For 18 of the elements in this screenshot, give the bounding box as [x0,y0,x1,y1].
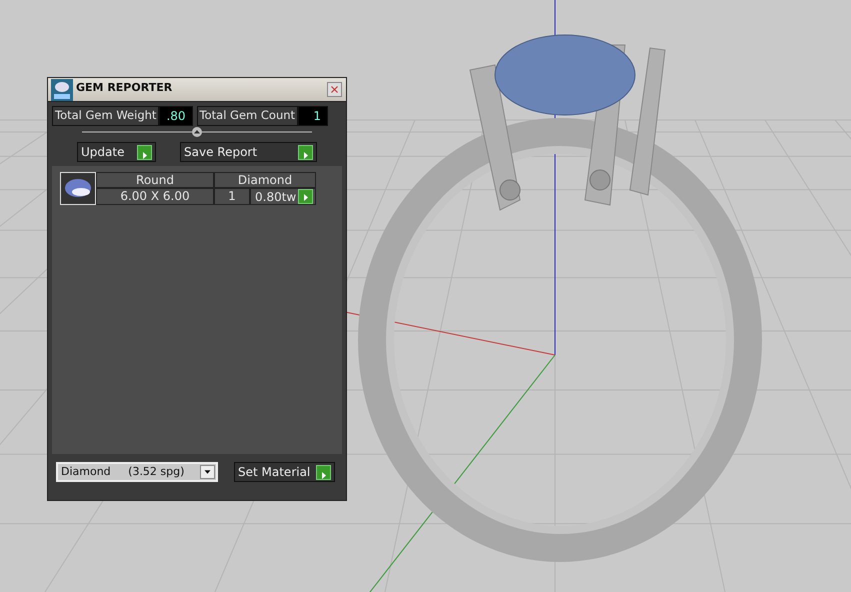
collapse-handle-icon[interactable] [82,126,312,138]
count-cell: 1 [214,188,250,205]
update-button[interactable]: Update [77,142,156,162]
total-value: .80 [159,106,193,126]
set-material-button[interactable]: Set Material [234,462,336,482]
total-label: Total Gem Weight [52,106,160,126]
material-dropdown[interactable]: Diamond (3.52 spg) [56,462,218,482]
shape-cell: Round [96,172,214,188]
weight-value: 0.80tw [255,190,296,204]
app-icon [51,78,73,100]
material-cell: Diamond [214,172,316,188]
gem-thumbnail[interactable] [60,172,96,205]
window-title: GEM REPORTER [76,80,174,96]
total-value: 1 [298,106,328,126]
close-icon[interactable] [327,82,342,97]
size-cell: 6.00 X 6.00 [96,188,214,205]
save-report-button[interactable]: Save Report [180,142,317,162]
total-label: Total Gem Count [196,106,298,126]
